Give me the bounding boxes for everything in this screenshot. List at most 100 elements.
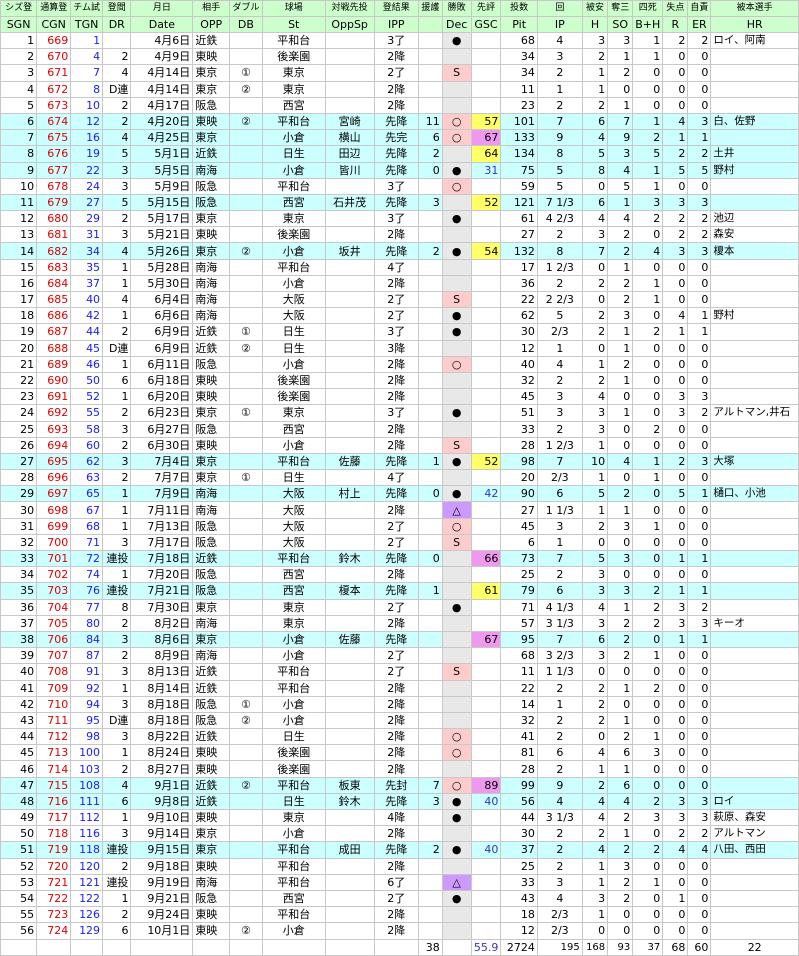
cell-hr (710, 48, 799, 66)
table-row: 11 679 27 5 5月15日 阪急 西宮 石井茂 先降 3 52 121 7 1/3 6 1 3 3 3 (0, 193, 799, 212)
header-en-dr: DR (102, 16, 132, 33)
cell-er: 2 (687, 31, 712, 50)
cell-sup (418, 371, 443, 390)
cell-er: 3 (687, 808, 712, 827)
cell-cgn: 710 (36, 695, 72, 713)
cell-tgn: 63 (70, 469, 104, 487)
cell-st: 平和台 (261, 679, 326, 697)
cell-bh: 0 (632, 339, 664, 357)
cell-st: 大阪 (261, 533, 326, 552)
cell-er: 0 (687, 436, 712, 454)
cell-ip: 5 (536, 161, 583, 179)
cell-db (229, 274, 263, 293)
cell-ipp: 先降 (373, 161, 420, 179)
cell-st: 西宮 (261, 582, 326, 600)
cell-st: 平和台 (261, 873, 326, 891)
cell-gsc: 66 (470, 549, 502, 568)
cell-ipp: 2降 (373, 355, 420, 373)
cell-pit: 20 (500, 469, 538, 487)
cell-tgn: 84 (70, 630, 104, 649)
cell-oppsp (324, 323, 375, 341)
cell-tgn: 60 (70, 436, 104, 454)
cell-dec: S (441, 290, 472, 309)
cell-h: 2 (581, 695, 609, 713)
cell-er: 3 (687, 242, 712, 260)
cell-opp: 東映 (192, 436, 231, 454)
cell-sgn: 24 (0, 404, 38, 422)
cell-oppsp (324, 760, 375, 778)
cell-ipp: 3了 (373, 404, 420, 422)
cell-db (229, 290, 263, 309)
cell-ip: 3 1/3 (536, 808, 583, 827)
cell-ipp: 3降 (373, 339, 420, 357)
cell-er: 0 (687, 355, 712, 373)
cell-sup (418, 533, 443, 552)
cell-hr (710, 129, 799, 147)
cell-hr (710, 420, 799, 438)
cell-date: 9月10日 (130, 808, 194, 827)
cell-st: 大阪 (261, 290, 326, 309)
cell-opp: 南海 (192, 485, 231, 503)
cell-st: 平和台 (261, 906, 326, 924)
cell-dr: 1 (102, 517, 132, 535)
cell-oppsp (324, 711, 375, 730)
cell-hr (710, 647, 799, 665)
cell-sgn: 49 (0, 808, 38, 827)
cell-ip: 4 1/3 (536, 598, 583, 616)
cell-pit: 68 (500, 647, 538, 665)
total-opp (192, 938, 231, 956)
cell-er: 0 (687, 80, 712, 98)
cell-dr: 2 (102, 404, 132, 422)
cell-date: 4月14日 (130, 80, 194, 98)
cell-ip: 4 (536, 792, 583, 811)
total-db (229, 938, 263, 956)
cell-dr: 1 (102, 258, 132, 276)
cell-cgn: 691 (36, 388, 72, 406)
cell-cgn: 684 (36, 274, 72, 293)
header-en-sgn: SGN (0, 16, 38, 33)
cell-er: 0 (687, 517, 712, 535)
cell-so: 1 (607, 760, 634, 778)
cell-sgn: 25 (0, 420, 38, 438)
cell-hr: 野村 (710, 161, 799, 179)
cell-date: 9月18日 (130, 857, 194, 875)
cell-dec (441, 145, 472, 163)
cell-pit: 61 (500, 210, 538, 228)
cell-r: 1 (662, 582, 689, 600)
cell-dr: 5 (102, 193, 132, 212)
cell-sgn: 44 (0, 728, 38, 746)
header-en-sup (418, 16, 443, 33)
cell-date: 9月14日 (130, 825, 194, 843)
cell-h: 2 (581, 371, 609, 390)
cell-dec (441, 420, 472, 438)
cell-date: 5月5日 (130, 161, 194, 179)
cell-ip: 2/3 (536, 323, 583, 341)
cell-date: 7月4日 (130, 452, 194, 471)
cell-hr (710, 873, 799, 891)
cell-dr: 1 (102, 274, 132, 293)
table-row: 48 716 111 6 9月8日 近鉄 日生 鈴木 先降 3 ● 40 56 4 4 4 2 3 3 ロイ (0, 792, 799, 811)
cell-ip: 7 1/3 (536, 193, 583, 212)
cell-h: 2 (581, 48, 609, 66)
cell-r: 0 (662, 760, 689, 778)
cell-bh: 0 (632, 501, 664, 519)
cell-bh: 0 (632, 825, 664, 843)
cell-bh: 1 (632, 452, 664, 471)
cell-gsc (470, 274, 502, 293)
cell-dr: 1 (102, 566, 132, 584)
cell-date: 4月14日 (130, 64, 194, 82)
cell-st: 小倉 (261, 825, 326, 843)
cell-er: 0 (687, 64, 712, 82)
cell-db (229, 485, 263, 503)
cell-ip: 3 1/3 (536, 614, 583, 632)
cell-pit: 98 (500, 452, 538, 471)
cell-gsc (470, 96, 502, 114)
table-row: 28 696 63 2 7月7日 東京 ① 日生 4了 20 2/3 1 0 1 0 0 (0, 469, 799, 487)
cell-bh: 4 (632, 242, 664, 260)
cell-r: 0 (662, 728, 689, 746)
cell-cgn: 697 (36, 485, 72, 503)
header-jp-so: 奪三 (607, 0, 634, 17)
cell-date: 7月9日 (130, 485, 194, 503)
cell-cgn: 685 (36, 290, 72, 309)
cell-tgn: 7 (70, 64, 104, 82)
